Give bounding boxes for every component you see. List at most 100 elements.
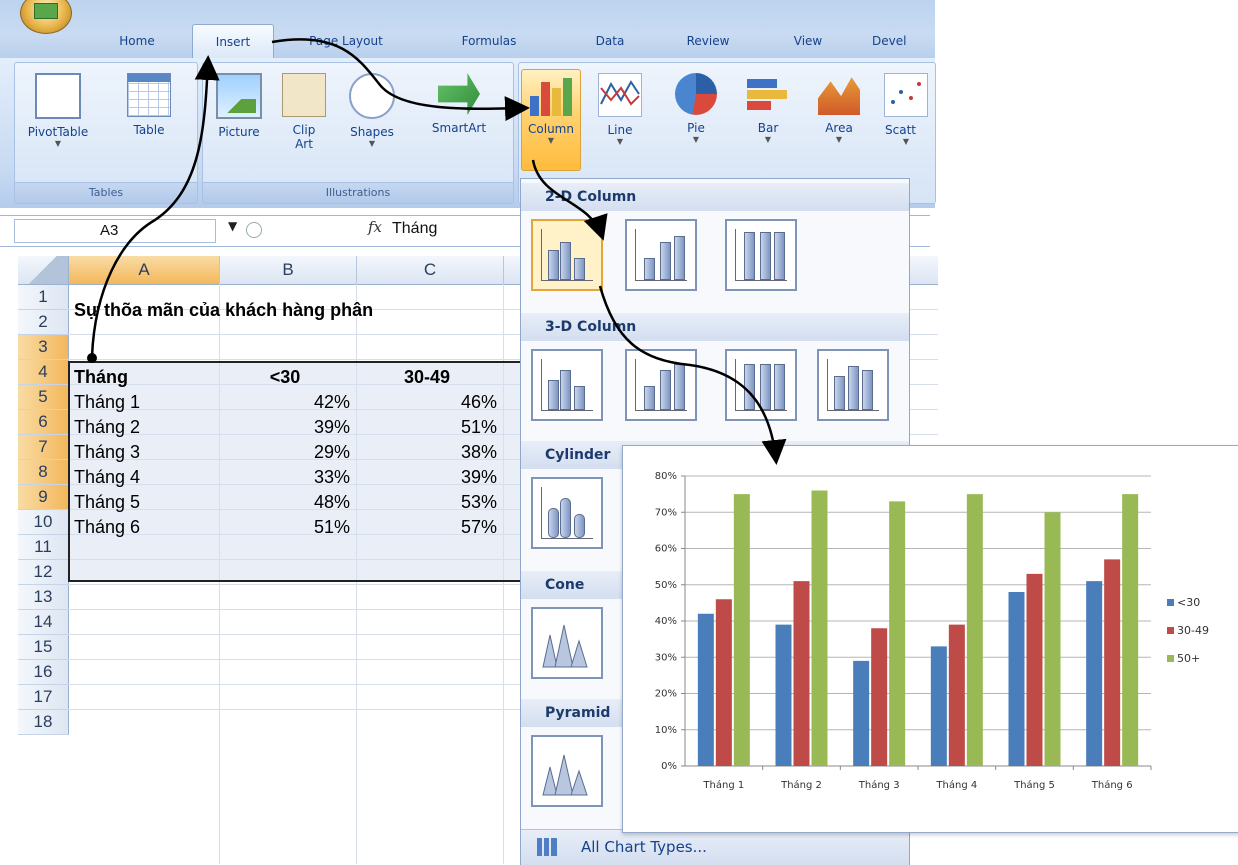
pyramid-option[interactable] [531,735,603,807]
row-header-10[interactable]: 10 [18,510,69,535]
row-header-3[interactable]: 3 [18,335,69,360]
header-cell-30-49[interactable]: 30-49 [357,365,497,389]
tab-home[interactable]: Home [104,30,170,52]
tab-insert[interactable]: Insert [192,24,274,59]
clustered-column-option[interactable] [531,219,603,291]
3d-stacked-column-option[interactable] [625,349,697,421]
table-cell[interactable]: 29% [220,440,356,464]
3d-column-option[interactable] [817,349,889,421]
embedded-chart[interactable]: 0% 10% 20% 30% 40% 50% 60% 70% 80% Tháng 1 Tháng 2… [622,445,1238,833]
clip-art-button[interactable]: Clip Art [279,69,329,169]
row-header-4[interactable]: 4 [18,360,69,385]
tab-view[interactable]: View [780,30,836,52]
all-chart-types-button[interactable]: All Chart Types... [521,829,909,865]
row-header-11[interactable]: 11 [18,535,69,560]
scatter-chart-button[interactable]: Scatt ▼ [879,69,933,169]
chart-bar [1044,512,1061,766]
insert-function-icon[interactable]: fx [368,218,382,236]
tab-formulas[interactable]: Formulas [444,30,534,52]
row-header-7[interactable]: 7 [18,435,69,460]
stacked-column-option[interactable] [625,219,697,291]
100-stacked-column-option[interactable] [725,219,797,291]
table-cell[interactable]: 53% [357,490,503,514]
table-label: Table [133,123,165,137]
chevron-down-icon: ▼ [902,137,910,146]
table-cell[interactable]: Tháng 6 [74,515,140,539]
row-header-8[interactable]: 8 [18,460,69,485]
chevron-down-icon: ▼ [616,137,624,146]
table-cell[interactable]: 57% [357,515,503,539]
cylinder-option[interactable] [531,477,603,549]
legend-label: <30 [1177,596,1200,609]
x-tick-label: Tháng 3 [858,779,900,791]
tab-page-layout[interactable]: Page Layout [298,30,394,52]
3d-clustered-column-option[interactable] [531,349,603,421]
row-header-1[interactable]: 1 [18,285,69,310]
line-chart-button[interactable]: Line ▼ [593,69,647,169]
table-cell[interactable]: 48% [220,490,356,514]
cone-option[interactable] [531,607,603,679]
table-cell[interactable]: 39% [357,465,503,489]
column-chart-icon [530,74,572,116]
bar-chart-button[interactable]: Bar ▼ [741,69,795,169]
table-button[interactable]: Table [115,69,183,169]
table-cell[interactable]: Tháng 4 [74,465,140,489]
picture-button[interactable]: Picture [207,69,271,169]
chevron-down-icon: ▼ [692,135,700,144]
table-cell[interactable]: 39% [220,415,356,439]
row-header-5[interactable]: 5 [18,385,69,410]
pivottable-button[interactable]: PivotTable ▼ [21,69,95,169]
tab-data[interactable]: Data [580,30,640,52]
table-cell[interactable]: 51% [357,415,503,439]
row-header-9[interactable]: 9 [18,485,69,510]
row-header-14[interactable]: 14 [18,610,69,635]
table-cell[interactable]: 46% [357,390,503,414]
chevron-down-icon: ▼ [547,136,555,145]
row-header-17[interactable]: 17 [18,685,69,710]
y-tick-label: 50% [655,580,677,591]
chart-bar [966,494,983,766]
table-cell[interactable]: Tháng 2 [74,415,140,439]
scatter-chart-label: Scatt [885,123,916,137]
name-box-dropdown-icon[interactable]: ▼ [228,219,237,233]
shapes-button[interactable]: Shapes ▼ [339,69,405,169]
name-box[interactable]: A3 [14,219,216,243]
table-cell[interactable]: Tháng 5 [74,490,140,514]
table-cell[interactable]: Tháng 3 [74,440,140,464]
gallery-section-2d-column: 2-D Column [521,183,909,211]
table-cell[interactable]: 38% [357,440,503,464]
table-cell[interactable]: Tháng 1 [74,390,140,414]
picture-icon [216,73,262,119]
y-tick-label: 0% [661,761,677,772]
formula-input[interactable]: Tháng [392,220,437,238]
row-header-16[interactable]: 16 [18,660,69,685]
pie-chart-button[interactable]: Pie ▼ [669,69,723,169]
area-chart-button[interactable]: Area ▼ [811,69,867,169]
header-cell-month[interactable]: Tháng [74,365,214,389]
row-header-6[interactable]: 6 [18,410,69,435]
tab-review[interactable]: Review [672,30,744,52]
shapes-icon [349,73,395,119]
office-button[interactable] [20,0,72,34]
row-header-2[interactable]: 2 [18,310,69,335]
3d-100-stacked-column-option[interactable] [725,349,797,421]
select-all-button[interactable] [18,256,69,284]
column-header-a[interactable]: A [69,256,220,284]
column-header-b[interactable]: B [220,256,357,284]
table-cell[interactable]: 51% [220,515,356,539]
row-header-13[interactable]: 13 [18,585,69,610]
column-chart-button[interactable]: Column ▼ [521,69,581,171]
row-header-15[interactable]: 15 [18,635,69,660]
table-cell[interactable]: 42% [220,390,356,414]
clip-art-icon [282,73,326,117]
header-cell-under30[interactable]: <30 [220,365,350,389]
sheet-title-cell[interactable]: Sự thõa mãn của khách hàng phân [74,298,373,322]
row-header-18[interactable]: 18 [18,710,69,735]
table-cell[interactable]: 33% [220,465,356,489]
smartart-button[interactable]: SmartArt [413,69,505,169]
column-header-c[interactable]: C [357,256,504,284]
tab-developer[interactable]: Devel [872,30,932,52]
picture-label: Picture [218,125,260,139]
formula-bar-expand-icon[interactable] [246,222,262,238]
row-header-12[interactable]: 12 [18,560,69,585]
